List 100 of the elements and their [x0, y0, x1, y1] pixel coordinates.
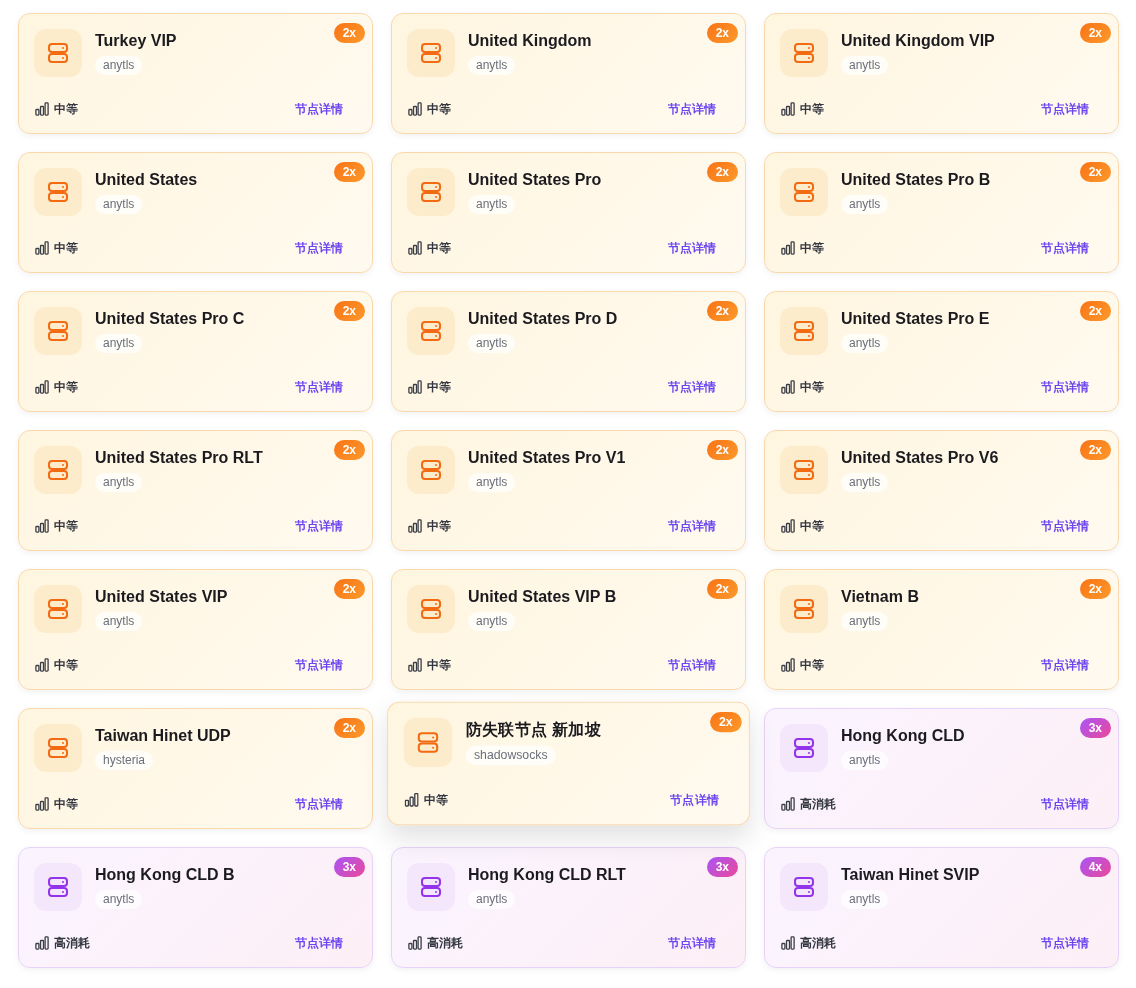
load-level-label: 中等	[427, 101, 451, 117]
multiplier-badge: 4x	[1079, 857, 1111, 877]
server-icon	[780, 724, 828, 772]
protocol-tag: anytls	[468, 473, 516, 492]
protocol-tag: anytls	[841, 890, 889, 909]
signal-bars-icon	[35, 380, 49, 394]
node-details-link[interactable]: 节点详情	[1027, 516, 1103, 536]
protocol-tag: hysteria	[95, 751, 154, 770]
multiplier-badge: 2x	[333, 162, 365, 182]
multiplier-badge: 2x	[1079, 301, 1111, 321]
multiplier-badge: 2x	[706, 440, 738, 460]
node-details-link[interactable]: 节点详情	[654, 655, 730, 675]
node-name: United States Pro B	[841, 170, 991, 190]
server-icon	[34, 585, 82, 633]
server-icon	[780, 168, 828, 216]
server-icon	[780, 307, 828, 355]
server-icon	[407, 168, 455, 216]
protocol-tag: anytls	[841, 612, 889, 631]
load-level-label: 中等	[54, 101, 78, 117]
load-level-label: 中等	[427, 379, 451, 395]
server-icon	[403, 718, 453, 768]
node-details-link[interactable]: 节点详情	[654, 933, 730, 953]
node-name: Turkey VIP	[95, 31, 177, 51]
load-level-label: 高消耗	[427, 935, 463, 951]
node-name: United States	[95, 170, 198, 190]
load-level-label: 高消耗	[800, 935, 836, 951]
node-name: Hong Kong CLD RLT	[468, 865, 626, 885]
multiplier-badge: 2x	[709, 711, 742, 733]
load-level-label: 中等	[54, 379, 78, 395]
signal-bars-icon	[408, 658, 422, 672]
node-details-link[interactable]: 节点详情	[1027, 99, 1103, 119]
node-details-link[interactable]: 节点详情	[1027, 655, 1103, 675]
load-level-label: 中等	[423, 791, 449, 808]
node-details-link[interactable]: 节点详情	[281, 516, 357, 536]
node-details-link[interactable]: 节点详情	[281, 933, 357, 953]
node-details-link[interactable]: 节点详情	[654, 377, 730, 397]
signal-bars-icon	[408, 380, 422, 394]
protocol-tag: shadowsocks	[465, 745, 556, 766]
multiplier-badge: 2x	[333, 718, 365, 738]
protocol-tag: anytls	[468, 334, 516, 353]
signal-bars-icon	[781, 936, 795, 950]
signal-bars-icon	[35, 658, 49, 672]
load-level-label: 中等	[800, 101, 824, 117]
server-icon	[34, 446, 82, 494]
node-details-link[interactable]: 节点详情	[281, 794, 357, 814]
signal-bars-icon	[781, 380, 795, 394]
node-details-link[interactable]: 节点详情	[654, 238, 730, 258]
signal-bars-icon	[781, 519, 795, 533]
signal-bars-icon	[781, 797, 795, 811]
node-name: Vietnam B	[841, 587, 919, 607]
node-name: United Kingdom	[468, 31, 592, 51]
node-details-link[interactable]: 节点详情	[1027, 794, 1103, 814]
server-icon	[34, 307, 82, 355]
node-name: United States Pro V6	[841, 448, 999, 468]
protocol-tag: anytls	[468, 612, 516, 631]
signal-bars-icon	[408, 519, 422, 533]
signal-bars-icon	[781, 658, 795, 672]
server-icon	[407, 307, 455, 355]
load-level-label: 中等	[800, 379, 824, 395]
multiplier-badge: 3x	[1079, 718, 1111, 738]
load-level-label: 高消耗	[800, 796, 836, 812]
protocol-tag: anytls	[841, 473, 889, 492]
node-details-link[interactable]: 节点详情	[654, 99, 730, 119]
server-icon	[34, 29, 82, 77]
load-level-label: 中等	[800, 518, 824, 534]
signal-bars-icon	[781, 241, 795, 255]
node-name: United States Pro E	[841, 309, 990, 329]
load-level-label: 中等	[427, 518, 451, 534]
node-details-link[interactable]: 节点详情	[281, 655, 357, 675]
node-details-link[interactable]: 节点详情	[655, 789, 734, 810]
load-level-label: 高消耗	[54, 935, 90, 951]
signal-bars-icon	[781, 102, 795, 116]
signal-bars-icon	[35, 797, 49, 811]
node-details-link[interactable]: 节点详情	[1027, 238, 1103, 258]
protocol-tag: anytls	[95, 890, 143, 909]
load-level-label: 中等	[800, 657, 824, 673]
protocol-tag: anytls	[841, 56, 889, 75]
server-icon	[780, 585, 828, 633]
load-level-label: 中等	[427, 657, 451, 673]
node-name: United States Pro C	[95, 309, 245, 329]
load-level-label: 中等	[427, 240, 451, 256]
load-level-label: 中等	[54, 796, 78, 812]
multiplier-badge: 2x	[1079, 23, 1111, 43]
server-icon	[34, 724, 82, 772]
node-details-link[interactable]: 节点详情	[1027, 377, 1103, 397]
node-details-link[interactable]: 节点详情	[281, 238, 357, 258]
server-icon	[407, 29, 455, 77]
signal-bars-icon	[404, 792, 419, 807]
node-details-link[interactable]: 节点详情	[281, 377, 357, 397]
multiplier-badge: 3x	[706, 857, 738, 877]
server-icon	[34, 168, 82, 216]
node-details-link[interactable]: 节点详情	[1027, 933, 1103, 953]
protocol-tag: anytls	[468, 56, 516, 75]
node-name: United States VIP B	[468, 587, 617, 607]
node-name: Hong Kong CLD B	[95, 865, 235, 885]
signal-bars-icon	[408, 102, 422, 116]
node-details-link[interactable]: 节点详情	[281, 99, 357, 119]
multiplier-badge: 2x	[333, 301, 365, 321]
node-details-link[interactable]: 节点详情	[654, 516, 730, 536]
signal-bars-icon	[408, 936, 422, 950]
